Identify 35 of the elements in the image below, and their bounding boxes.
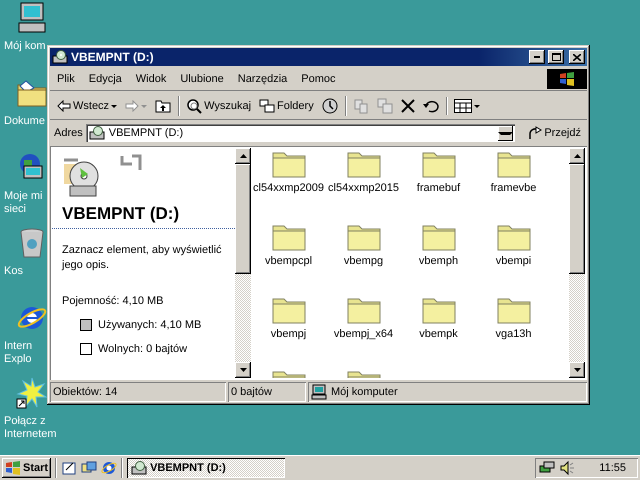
status-text: Obiektów: 14 bbox=[53, 386, 118, 398]
menu-item[interactable]: Narzędzia bbox=[230, 73, 294, 85]
folder-name[interactable]: framebuf bbox=[416, 182, 460, 194]
capacity-text: Pojemność: 4,10 MB bbox=[62, 295, 164, 307]
folder-name[interactable]: vbempj bbox=[270, 328, 306, 340]
status-text: Mój komputer bbox=[331, 386, 398, 398]
legend-label: Używanych: 4,10 MB bbox=[98, 319, 202, 331]
clock: 11:55 bbox=[599, 462, 626, 474]
menu-item[interactable]: Widok bbox=[128, 73, 174, 85]
menu-item[interactable]: Pomoc bbox=[294, 73, 343, 85]
task-button[interactable]: VBEMPNT (D:) bbox=[127, 458, 286, 478]
folder-name[interactable]: cl54xxmp2009 bbox=[253, 182, 324, 194]
folder-name[interactable]: vga13h bbox=[495, 328, 532, 340]
folder-name[interactable]: framevbe bbox=[490, 182, 536, 194]
address-label: Adres bbox=[54, 127, 83, 139]
folder-name[interactable]: vbemph bbox=[418, 255, 458, 267]
back-button[interactable]: Wstecz bbox=[54, 98, 120, 114]
folder-name[interactable]: cl54xxmp2015 bbox=[328, 182, 399, 194]
folder-name[interactable]: vbempcpl bbox=[264, 255, 312, 267]
legend-label: Wolnych: 0 bajtów bbox=[98, 343, 188, 355]
folder-name[interactable]: vbempg bbox=[344, 255, 384, 267]
search-button[interactable]: Wyszukaj bbox=[183, 96, 254, 116]
menu-item[interactable]: Edycja bbox=[82, 73, 129, 85]
start-button[interactable]: Start bbox=[2, 458, 52, 478]
folders-button[interactable]: Foldery bbox=[256, 97, 317, 115]
folder-name[interactable]: vbempj_x64 bbox=[334, 328, 394, 340]
description-text: Zaznacz element, aby wyświetlić jego opis. bbox=[62, 243, 223, 273]
go-button[interactable]: Przejdź bbox=[518, 126, 587, 140]
status-text: 0 bajtów bbox=[231, 386, 272, 398]
window-title: VBEMPNT (D:) bbox=[71, 50, 155, 64]
folder-name[interactable]: vbempi bbox=[496, 255, 532, 267]
address-field[interactable]: VBEMPNT (D:) bbox=[86, 124, 516, 142]
folder-name[interactable]: vbempk bbox=[419, 328, 458, 340]
menu-item[interactable]: Plik bbox=[50, 73, 82, 85]
menu-item[interactable]: Ulubione bbox=[173, 73, 231, 85]
